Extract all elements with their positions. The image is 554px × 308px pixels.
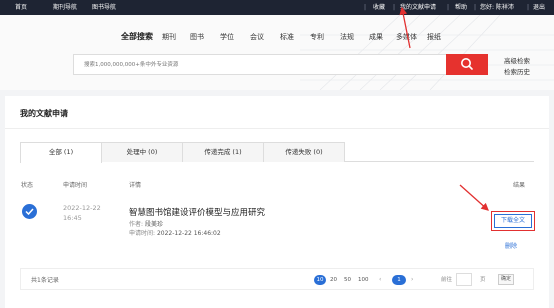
search-history-link[interactable]: 检索历史 [504,66,530,76]
page-unit-label: 页 [480,277,486,283]
search-tab-achievement[interactable]: 成果 [369,32,383,42]
search-box [73,54,447,75]
next-page-icon[interactable]: › [411,275,413,285]
search-tab-regulation[interactable]: 法规 [340,32,354,42]
document-title[interactable]: 智慧图书馆建设评价模型与应用研究 [129,206,265,218]
search-tab-standard[interactable]: 标准 [280,32,294,42]
building-background-graphic [300,15,554,90]
nav-help-link[interactable]: 帮助 [455,0,467,15]
search-input[interactable] [84,57,434,72]
request-status-tabs: 全部 (1) 处理中 (0) 传递完成 (1) 传递失败 (0) [20,142,534,163]
nav-book-link[interactable]: 图书导航 [92,0,116,15]
user-greeting[interactable]: 您好: 陈祥沛 [480,0,514,15]
search-tab-journal[interactable]: 期刊 [162,32,176,42]
search-tab-newspaper[interactable]: 报纸 [427,32,441,42]
check-circle-icon [22,204,37,219]
page-size-option-20[interactable]: 20 [330,275,337,285]
page-size-option-100[interactable]: 100 [358,275,369,285]
applied-label: 申请时间: [129,230,156,237]
main-panel: 我的文献申请 全部 (1) 处理中 (0) 传递完成 (1) 传递失败 (0) … [5,96,549,308]
divider: | [393,4,396,11]
goto-page-input[interactable] [456,273,472,286]
applied-time-line: 申请时间: 2022-12-22 16:46:02 [129,228,221,237]
delete-link[interactable]: 删除 [505,241,517,250]
prev-page-icon[interactable]: ‹ [379,275,381,285]
column-header-result: 结果 [513,182,526,189]
download-fulltext-button[interactable]: 下载全文 [494,214,532,228]
author-line: 作者: 段美珍 [129,219,163,228]
search-tab-book[interactable]: 图书 [190,32,204,42]
search-tab-all[interactable]: 全部搜索 [121,31,153,42]
applied-time: 2022-12-22 16:46:02 [156,230,221,237]
request-time: 16:45 [63,214,82,222]
tab-processing[interactable]: 处理中 (0) [101,142,183,162]
divider: | [364,4,367,11]
search-tab-multimedia[interactable]: 多媒体 [396,32,417,42]
search-tab-conference[interactable]: 会议 [250,32,264,42]
divider [5,128,549,129]
search-tab-patent[interactable]: 专利 [310,32,324,42]
advanced-search-link[interactable]: 高级检索 [504,55,530,65]
column-header-status: 状态 [21,182,34,189]
search-icon [461,58,473,70]
page-title: 我的文献申请 [20,109,68,118]
column-header-time: 申请时间 [63,182,88,189]
goto-confirm-button[interactable]: 确定 [498,274,514,285]
top-nav-bar: 首页 期刊导航 图书导航 | 收藏 | 我的文献申请 | 帮助 | 您好: 陈祥… [0,0,554,15]
tab-failed[interactable]: 传递失败 (0) [263,142,345,162]
nav-journal-link[interactable]: 期刊导航 [53,0,77,15]
current-page[interactable]: 1 [392,275,406,285]
column-header-detail: 详情 [129,182,142,189]
search-type-tabs: 全部搜索 期刊 图书 学位 会议 标准 专利 法规 成果 多媒体 报纸 [0,32,554,44]
nav-logout-link[interactable]: 退出 [533,0,545,15]
search-button[interactable] [446,54,488,75]
search-tab-degree[interactable]: 学位 [220,32,234,42]
author-label: 作者: [129,221,144,228]
nav-favorites-link[interactable]: 收藏 [373,0,385,15]
divider: | [474,4,477,11]
nav-my-requests-link[interactable]: 我的文献申请 [400,0,436,15]
tab-all[interactable]: 全部 (1) [20,142,102,163]
divider: | [447,4,450,11]
tab-completed[interactable]: 传递完成 (1) [182,142,264,162]
search-hero: 全部搜索 期刊 图书 学位 会议 标准 专利 法规 成果 多媒体 报纸 高级检索… [0,15,554,90]
page-size-option-10[interactable]: 10 [314,275,326,285]
total-records: 共1条记录 [31,277,59,284]
nav-home-link[interactable]: 首页 [15,0,27,15]
author-name: 段美珍 [144,221,163,228]
divider: | [527,4,530,11]
pagination-bar: 共1条记录 10 20 50 100 ‹ 1 › 前往 页 确定 [20,268,534,290]
page-size-option-50[interactable]: 50 [344,275,351,285]
goto-label: 前往 [441,277,453,283]
request-date: 2022-12-22 [63,204,101,212]
